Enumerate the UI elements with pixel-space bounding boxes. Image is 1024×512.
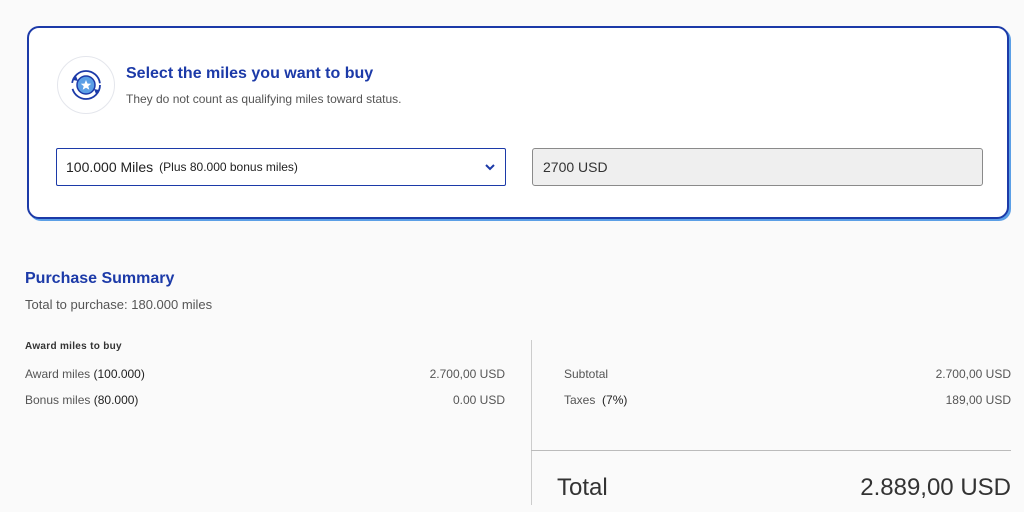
bonus-miles-row: Bonus miles (80.000) 0.00 USD: [25, 393, 505, 409]
total-to-purchase: Total to purchase: 180.000 miles: [25, 297, 213, 312]
row-label: Taxes: [564, 393, 596, 407]
miles-selected-value: 100.000 Miles: [66, 159, 154, 175]
summary-divider-vertical: [531, 340, 532, 505]
subtotal-row: Subtotal 2.700,00 USD: [564, 367, 1011, 383]
total-label: Total: [557, 474, 608, 501]
section-label: Award miles to buy: [25, 341, 122, 352]
row-qty: (100.000): [93, 367, 145, 381]
row-label: Award miles: [25, 367, 91, 381]
row-value: 2.700,00 USD: [429, 367, 505, 381]
total-divider: [531, 450, 1011, 451]
row-value: 2.700,00 USD: [935, 367, 1011, 381]
row-qty: (80.000): [93, 393, 139, 407]
summary-title: Purchase Summary: [25, 270, 175, 287]
price-field: 2700 USD: [532, 148, 983, 186]
award-miles-row: Award miles (100.000) 2.700,00 USD: [25, 367, 505, 383]
row-qty: (7%): [602, 393, 628, 407]
row-label: Subtotal: [564, 367, 609, 381]
card-subtitle: They do not count as qualifying miles to…: [126, 92, 402, 106]
miles-selection-card: Select the miles you want to buy They do…: [27, 26, 1009, 219]
row-value: 0.00 USD: [452, 393, 505, 407]
row-label: Bonus miles: [25, 393, 91, 407]
miles-dropdown[interactable]: 100.000 Miles (Plus 80.000 bonus miles): [56, 148, 506, 186]
total-value: 2.889,00 USD: [860, 474, 1011, 501]
card-title: Select the miles you want to buy: [126, 65, 374, 82]
row-value: 189,00 USD: [945, 393, 1011, 407]
bonus-miles-note: (Plus 80.000 bonus miles): [159, 160, 298, 174]
taxes-row: Taxes (7%) 189,00 USD: [564, 393, 1011, 409]
miles-exchange-icon: [57, 56, 115, 114]
chevron-down-icon: [485, 164, 495, 171]
